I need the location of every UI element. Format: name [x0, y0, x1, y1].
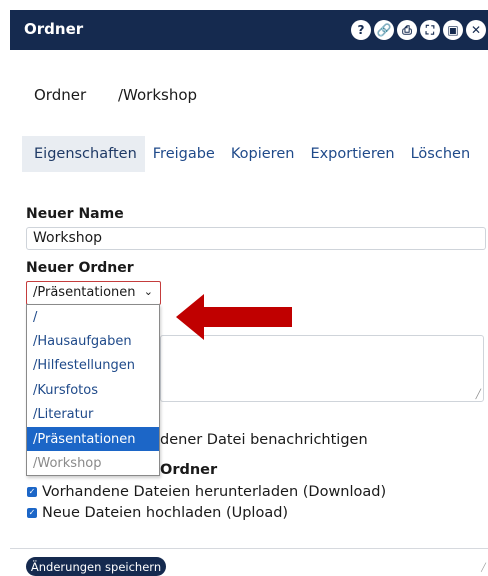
tab-kopieren[interactable]: Kopieren — [223, 136, 303, 172]
tab-freigabe[interactable]: Freigabe — [145, 136, 223, 172]
checkbox-checked-icon[interactable]: ✓ — [27, 508, 37, 518]
tab-loeschen[interactable]: Löschen — [403, 136, 479, 172]
checkbox-download-row[interactable]: ✓ Vorhandene Dateien herunterladen (Down… — [27, 484, 386, 500]
footer-divider — [10, 548, 488, 549]
dropdown-option-selected[interactable]: /Präsentationen — [27, 426, 159, 452]
help-icon[interactable]: ? — [351, 20, 371, 40]
folder-path: /Workshop — [118, 86, 198, 104]
tab-bar: Eigenschaften Freigabe Kopieren Exportie… — [22, 136, 478, 172]
new-folder-label: Neuer Ordner — [26, 260, 134, 276]
notify-text: dener Datei benachrichtigen — [160, 432, 368, 448]
folder-dropdown-list: / /Hausaufgaben /Hilfestellungen /Kursfo… — [26, 304, 160, 476]
close-icon[interactable]: ✕ — [466, 20, 486, 40]
chevron-down-icon: ⌄ — [143, 285, 153, 298]
titlebar-icons: ? 🔗 ⎙ ⛶ ▣ ✕ — [351, 20, 486, 40]
tab-eigenschaften[interactable]: Eigenschaften — [22, 136, 145, 172]
window-icon[interactable]: ▣ — [443, 20, 463, 40]
save-changes-button[interactable]: Änderungen speichern — [26, 557, 166, 576]
fullscreen-icon[interactable]: ⛶ — [420, 20, 440, 40]
new-folder-selected-value: /Präsentationen — [33, 285, 136, 300]
permissions-heading: Ordner — [160, 462, 218, 478]
dropdown-option[interactable]: / — [27, 305, 159, 329]
window-resize-icon[interactable]: ╱ — [481, 563, 486, 572]
dialog-titlebar: Ordner ? 🔗 ⎙ ⛶ ▣ ✕ — [10, 10, 488, 50]
resize-grip-icon[interactable]: ╱ — [476, 390, 481, 400]
dropdown-option-disabled: /Workshop — [33, 456, 102, 472]
dropdown-option[interactable]: /Literatur — [27, 403, 159, 427]
print-icon[interactable]: ⎙ — [397, 20, 417, 40]
link-icon[interactable]: 🔗 — [374, 20, 394, 40]
checkbox-checked-icon[interactable]: ✓ — [27, 487, 37, 497]
dropdown-option[interactable]: /Kursfotos — [27, 378, 159, 402]
checkbox-download-label: Vorhandene Dateien herunterladen (Downlo… — [42, 484, 387, 500]
tab-exportieren[interactable]: Exportieren — [302, 136, 402, 172]
checkbox-upload-label: Neue Dateien hochladen (Upload) — [42, 505, 289, 521]
new-name-label: Neuer Name — [26, 206, 124, 222]
checkbox-upload-row[interactable]: ✓ Neue Dateien hochladen (Upload) — [27, 505, 288, 521]
dropdown-option[interactable]: /Hilfestellungen — [27, 354, 159, 378]
dialog-title: Ordner — [24, 20, 84, 38]
new-name-input[interactable]: Workshop — [26, 227, 486, 250]
folder-label: Ordner — [34, 86, 87, 104]
dropdown-option[interactable]: /Hausaufgaben — [27, 329, 159, 353]
description-textarea[interactable]: ╱ — [160, 335, 484, 402]
new-folder-select[interactable]: /Präsentationen ⌄ — [26, 281, 161, 305]
red-arrow-icon — [176, 294, 292, 340]
